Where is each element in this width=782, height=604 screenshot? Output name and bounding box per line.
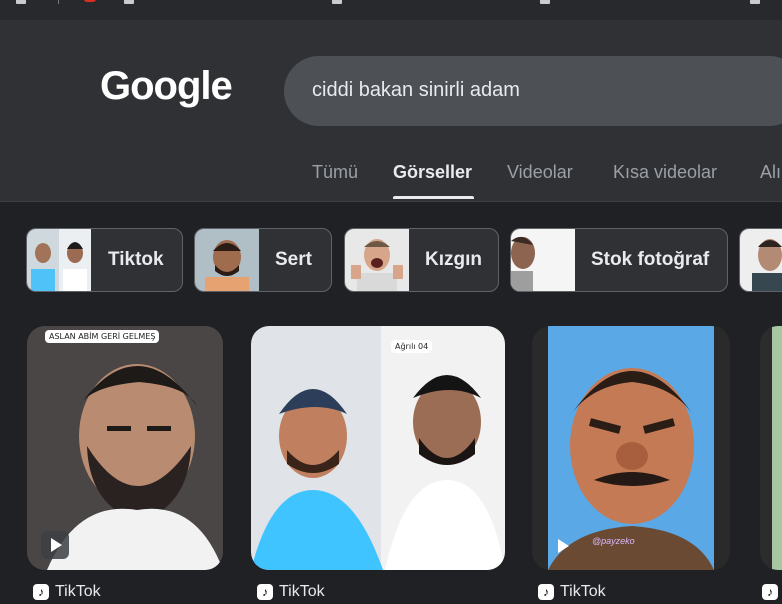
image-result[interactable]: ASLAN ABİM GERİ GELMEŞ xyxy=(27,326,223,570)
chip-label: Tiktok xyxy=(108,249,164,270)
chip-thumbnail xyxy=(195,229,259,291)
tab-separator xyxy=(58,0,59,4)
chip-label: Kızgın xyxy=(425,249,482,270)
tiktok-icon: ♪ xyxy=(257,584,273,600)
tab-images[interactable]: Görseller xyxy=(393,162,472,183)
tab-favicon[interactable] xyxy=(124,0,134,4)
chip-stock-photo[interactable]: Stok fotoğraf xyxy=(510,228,728,292)
chip-label: Sert xyxy=(275,249,312,270)
tab-favicon[interactable] xyxy=(332,0,342,4)
chip-thumbnail xyxy=(511,229,575,291)
browser-tab-strip xyxy=(0,0,782,20)
chip-sert[interactable]: Sert xyxy=(194,228,332,292)
image-result[interactable]: Ağrılı 04 xyxy=(251,326,505,570)
search-input[interactable]: ciddi bakan sinirli adam xyxy=(312,79,520,102)
result-thumbnail xyxy=(760,326,782,570)
active-tab-indicator xyxy=(393,196,474,199)
tiktok-icon: ♪ xyxy=(538,584,554,600)
chip-more[interactable] xyxy=(739,228,782,292)
tiktok-icon: ♪ xyxy=(762,584,778,600)
play-badge xyxy=(548,532,576,560)
video-sticker: ASLAN ABİM GERİ GELMEŞ xyxy=(45,330,160,343)
tab-all[interactable]: Tümü xyxy=(312,162,358,183)
tab-shopping[interactable]: Alı xyxy=(760,162,781,183)
chip-thumbnail xyxy=(740,229,782,291)
result-source[interactable]: ♪ xyxy=(762,582,778,602)
result-source[interactable]: ♪ TikTok xyxy=(33,582,101,602)
source-label: TikTok xyxy=(279,583,325,600)
search-tabs: Tümü Görseller Videolar Kısa videolar Al… xyxy=(0,160,782,202)
chip-kizgin[interactable]: Kızgın xyxy=(344,228,499,292)
tab-favicon[interactable] xyxy=(16,0,26,4)
google-logo[interactable]: Google xyxy=(100,64,233,109)
tab-short-videos[interactable]: Kısa videolar xyxy=(613,162,717,183)
play-icon xyxy=(51,538,62,552)
tiktok-icon: ♪ xyxy=(33,584,49,600)
chip-tiktok[interactable]: Tiktok xyxy=(26,228,183,292)
result-source[interactable]: ♪ TikTok xyxy=(538,582,606,602)
image-result[interactable]: @payzeko xyxy=(532,326,730,570)
chip-thumbnail xyxy=(345,229,409,291)
chip-label: Stok fotoğraf xyxy=(591,249,710,270)
result-source[interactable]: ♪ TikTok xyxy=(257,582,325,602)
youtube-favicon[interactable] xyxy=(84,0,96,2)
play-icon xyxy=(558,539,569,553)
tab-videos[interactable]: Videolar xyxy=(507,162,573,183)
video-watermark: @payzeko xyxy=(592,536,635,546)
source-label: TikTok xyxy=(560,583,606,600)
result-thumbnail xyxy=(251,326,505,570)
play-badge xyxy=(41,531,69,559)
search-box[interactable]: ciddi bakan sinirli adam xyxy=(284,56,782,126)
chip-thumbnail xyxy=(27,229,91,291)
image-result[interactable] xyxy=(760,326,782,570)
tab-favicon[interactable] xyxy=(750,0,760,4)
header-divider xyxy=(0,201,782,202)
tab-favicon[interactable] xyxy=(540,0,550,4)
video-sticker: Ağrılı 04 xyxy=(391,340,433,353)
source-label: TikTok xyxy=(55,583,101,600)
